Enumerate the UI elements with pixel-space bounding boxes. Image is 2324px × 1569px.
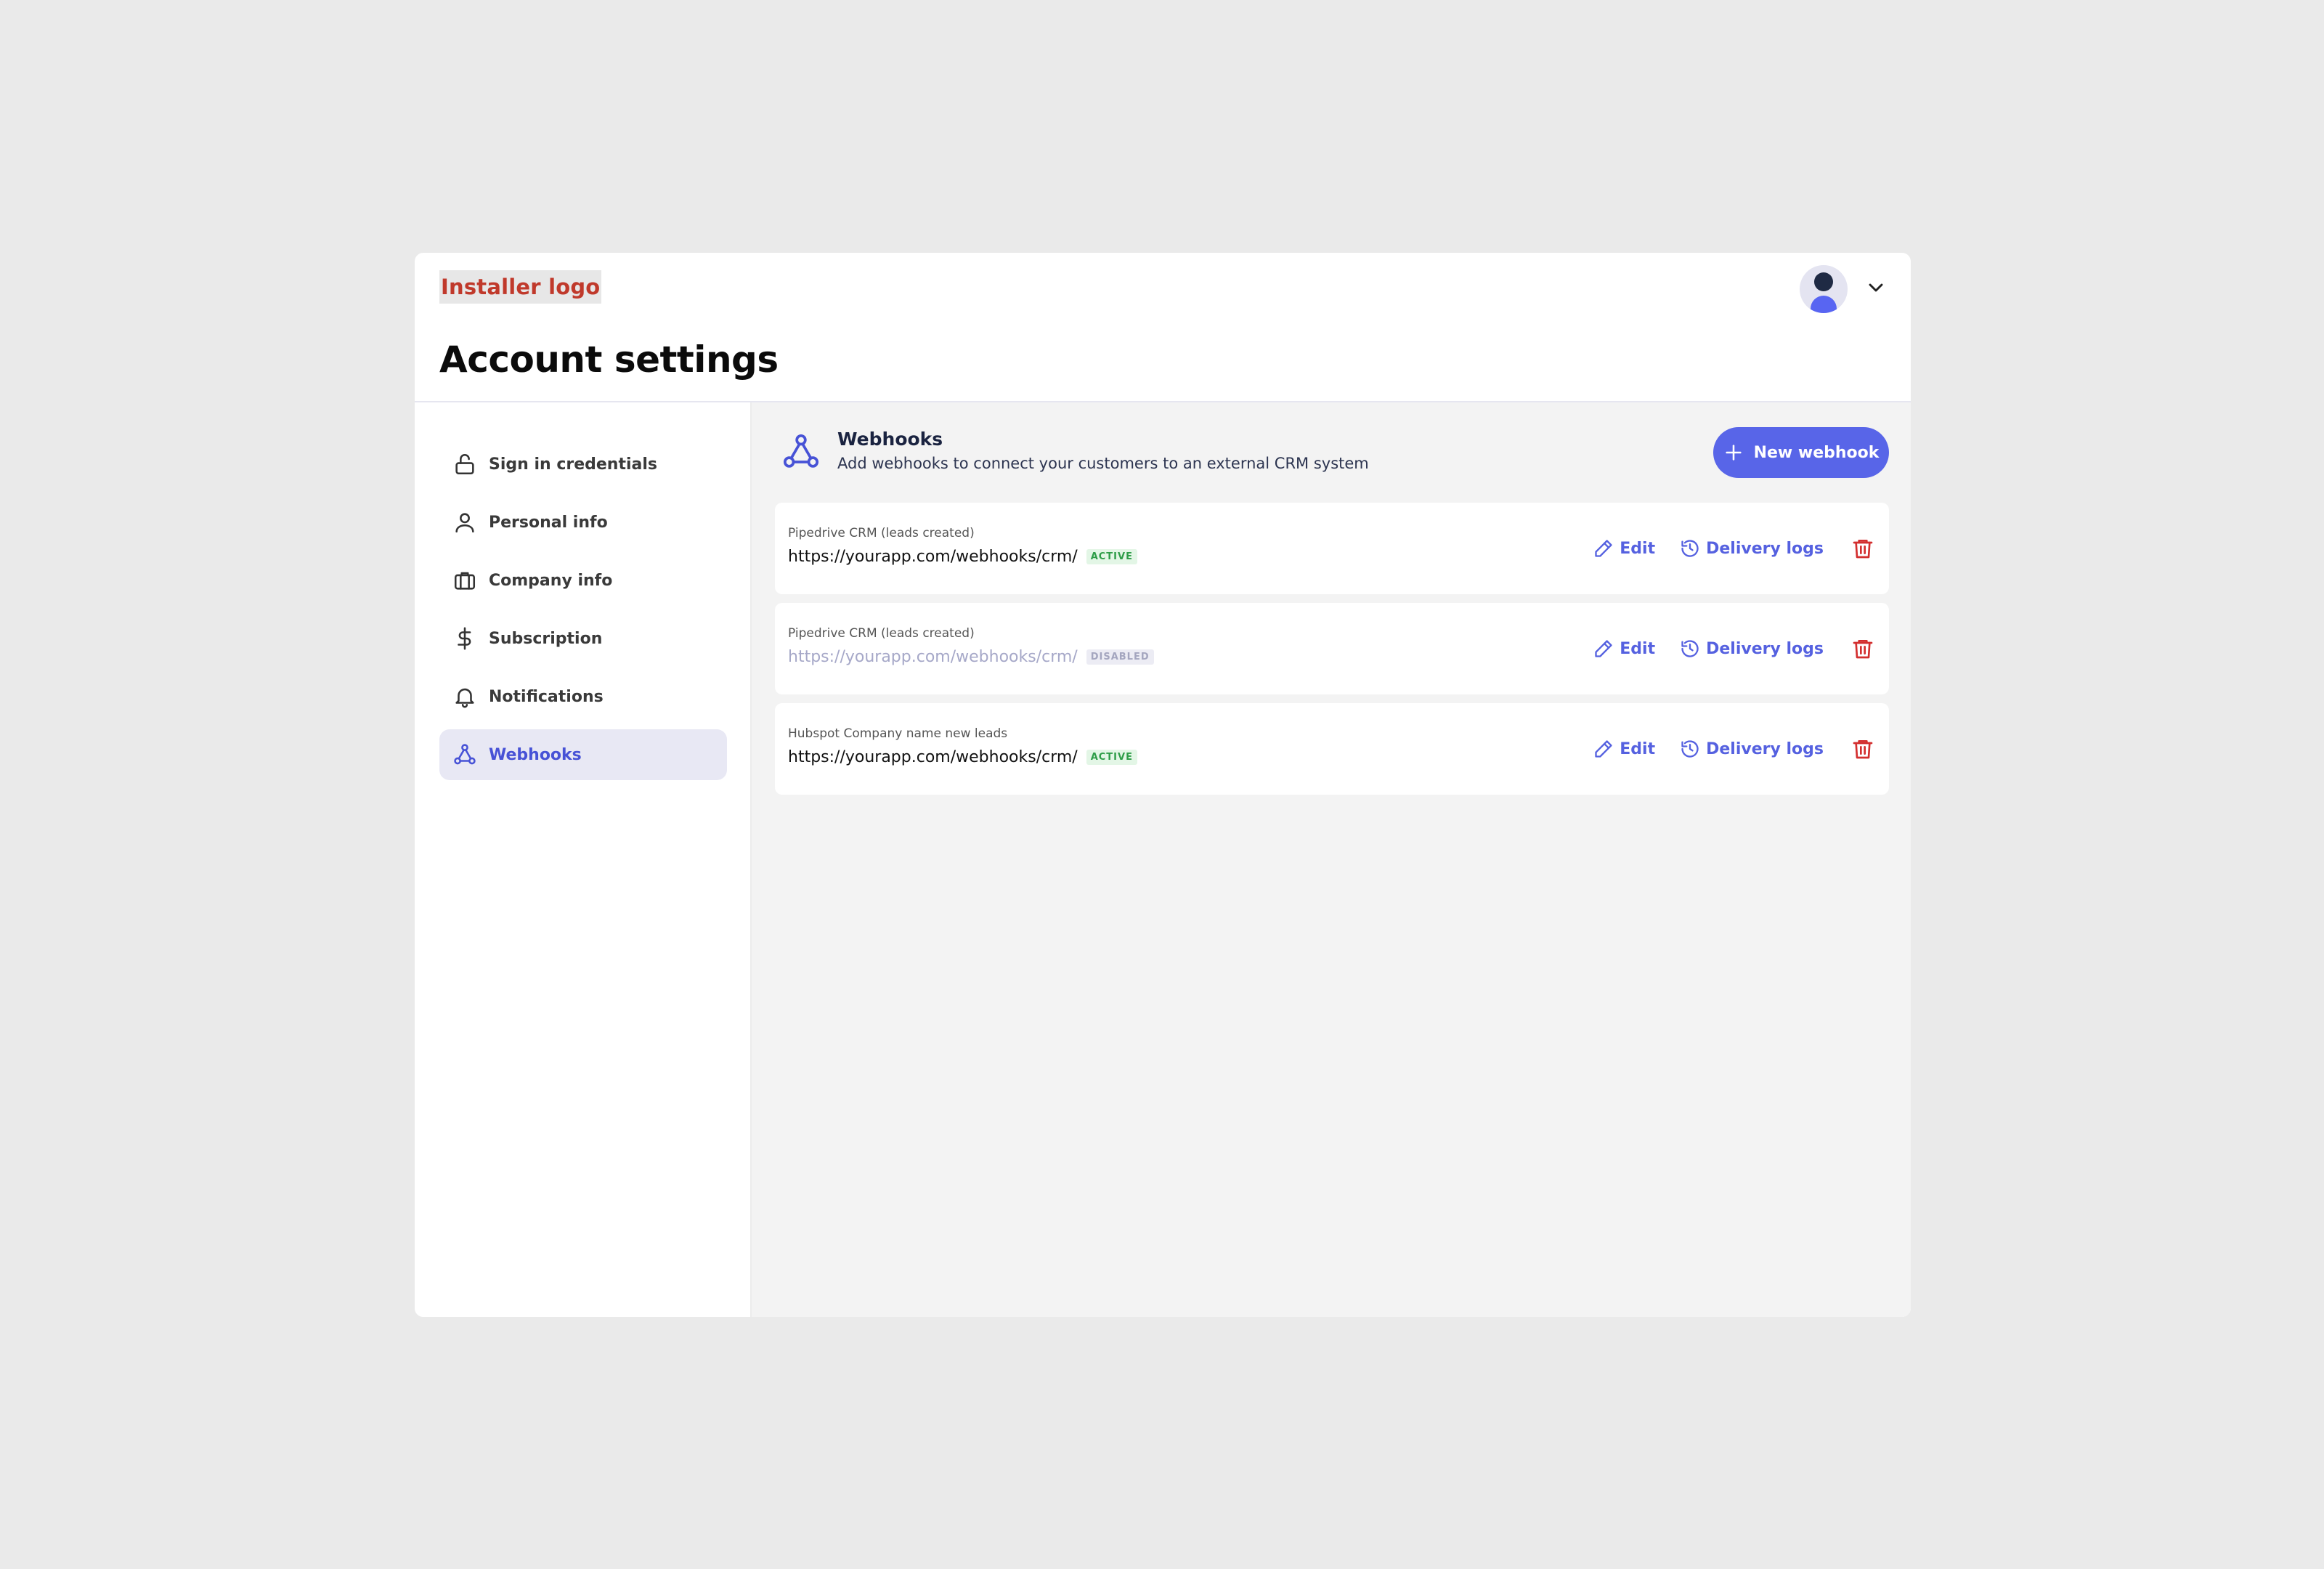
history-icon [1681, 740, 1699, 758]
bell-icon [455, 688, 474, 708]
installer-logo[interactable]: Installer logo [439, 270, 602, 304]
webhook-actions: Edit Delivery logs [1593, 603, 1874, 694]
webhook-card: Pipedrive CRM (leads created) https://yo… [775, 603, 1889, 694]
section-subtitle: Add webhooks to connect your customers t… [837, 455, 1369, 472]
history-icon [1681, 640, 1699, 657]
settings-window: Installer logo Account settings Sign in … [415, 253, 1911, 1317]
pencil-icon [1595, 640, 1612, 657]
webhook-url: https://yourapp.com/webhooks/crm/ [788, 548, 1078, 566]
delivery-logs-label: Delivery logs [1706, 739, 1824, 758]
status-badge: DISABLED [1086, 649, 1154, 665]
webhook-url: https://yourapp.com/webhooks/crm/ [788, 748, 1078, 766]
trash-icon[interactable] [1851, 737, 1874, 761]
pencil-icon [1595, 740, 1612, 758]
webhook-icon [454, 744, 476, 765]
sidebar-item-label: Webhooks [489, 745, 582, 764]
edit-label: Edit [1620, 639, 1656, 658]
new-webhook-label: New webhook [1753, 443, 1880, 462]
sidebar-item-notifications[interactable]: Notifications [439, 671, 727, 722]
plus-icon [1725, 445, 1742, 461]
sidebar-item-subscription[interactable]: Subscription [439, 613, 727, 664]
webhook-name: Pipedrive CRM (leads created) [788, 626, 975, 641]
webhook-url: https://yourapp.com/webhooks/crm/ [788, 648, 1078, 666]
page-title: Account settings [439, 338, 779, 381]
main-content: Webhooks Add webhooks to connect your cu… [752, 402, 1911, 1317]
delivery-logs-button[interactable]: Delivery logs [1680, 638, 1824, 659]
webhook-url-row: https://yourapp.com/webhooks/crm/ ACTIVE [788, 548, 1137, 566]
sidebar-item-label: Personal info [489, 513, 608, 532]
status-badge: ACTIVE [1086, 750, 1137, 765]
trash-icon[interactable] [1851, 537, 1874, 560]
sidebar-item-company-info[interactable]: Company info [439, 555, 727, 606]
delivery-logs-label: Delivery logs [1706, 539, 1824, 558]
sidebar-item-sign-in-credentials[interactable]: Sign in credentials [439, 439, 727, 490]
avatar-body [1811, 296, 1837, 313]
webhook-name: Pipedrive CRM (leads created) [788, 526, 975, 540]
sidebar-item-label: Company info [489, 571, 613, 590]
webhook-icon [783, 434, 819, 468]
webhook-actions: Edit Delivery logs [1593, 703, 1874, 795]
section-title: Webhooks [837, 429, 943, 450]
sidebar-item-label: Sign in credentials [489, 455, 657, 474]
chevron-down-icon[interactable] [1864, 276, 1888, 299]
edit-label: Edit [1620, 739, 1656, 758]
sidebar-item-personal-info[interactable]: Personal info [439, 497, 727, 548]
user-icon [455, 513, 474, 533]
edit-button[interactable]: Edit [1593, 739, 1655, 759]
avatar-head [1814, 272, 1833, 291]
sidebar-item-webhooks[interactable]: Webhooks [439, 729, 727, 780]
webhook-url-row: https://yourapp.com/webhooks/crm/ ACTIVE [788, 748, 1137, 766]
pencil-icon [1595, 540, 1612, 557]
webhook-name: Hubspot Company name new leads [788, 726, 1008, 741]
sidebar: Sign in credentials Personal info Compan… [415, 402, 752, 1317]
briefcase-icon [454, 572, 476, 590]
history-icon [1681, 540, 1699, 557]
sidebar-item-label: Notifications [489, 687, 604, 706]
trash-icon[interactable] [1851, 637, 1874, 660]
status-badge: ACTIVE [1086, 549, 1137, 564]
delivery-logs-label: Delivery logs [1706, 639, 1824, 658]
avatar[interactable] [1800, 265, 1848, 313]
delivery-logs-button[interactable]: Delivery logs [1680, 538, 1824, 559]
delivery-logs-button[interactable]: Delivery logs [1680, 739, 1824, 759]
webhook-card: Pipedrive CRM (leads created) https://yo… [775, 503, 1889, 594]
edit-label: Edit [1620, 539, 1656, 558]
edit-button[interactable]: Edit [1593, 538, 1655, 559]
webhook-url-row: https://yourapp.com/webhooks/crm/ DISABL… [788, 648, 1154, 666]
webhook-card: Hubspot Company name new leads https://y… [775, 703, 1889, 795]
sidebar-item-label: Subscription [489, 629, 603, 648]
header: Installer logo Account settings [415, 253, 1911, 402]
edit-button[interactable]: Edit [1593, 638, 1655, 659]
dollar-icon [458, 627, 471, 650]
lock-icon [455, 454, 474, 475]
new-webhook-button[interactable]: New webhook [1713, 427, 1889, 478]
webhook-actions: Edit Delivery logs [1593, 503, 1874, 594]
